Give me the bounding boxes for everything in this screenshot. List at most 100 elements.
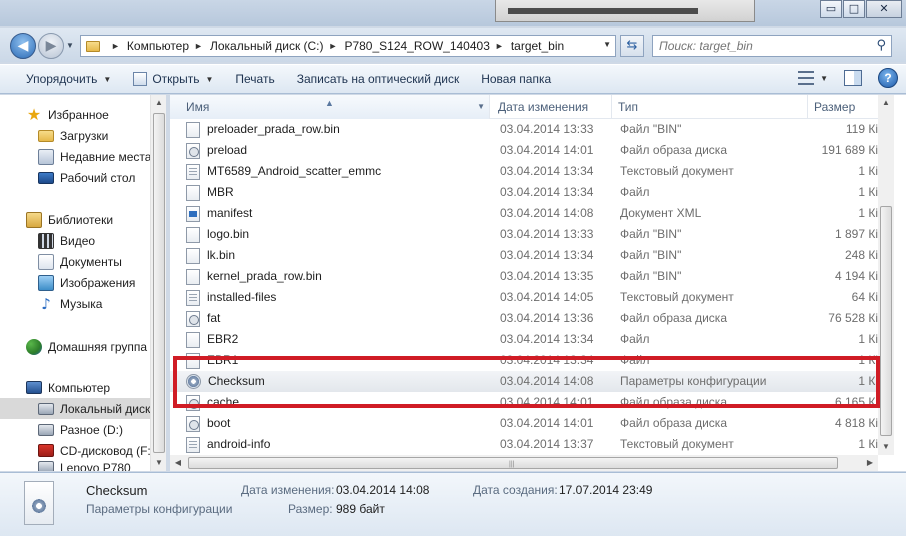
vertical-scroll-thumb[interactable] [880, 206, 892, 436]
breadcrumb-computer[interactable]: Компьютер [127, 39, 189, 53]
nav-scroll-thumb[interactable] [153, 113, 165, 453]
address-bar[interactable]: ► Компьютер ► Локальный диск (C:) ► P780… [80, 35, 616, 57]
nav-desktop[interactable]: Рабочий стол [0, 167, 150, 188]
nav-documents[interactable]: Документы [0, 251, 150, 272]
nav-homegroup[interactable]: Домашняя группа [0, 336, 150, 357]
file-row[interactable]: manifest 03.04.2014 14:08 Документ XML 1 Кі [170, 203, 880, 224]
nav-lenovo[interactable]: Lenovo P780 [0, 461, 150, 471]
file-row[interactable]: Checksum 03.04.2014 14:08 Параметры конфиг… [170, 371, 880, 392]
search-icon[interactable]: ⚲ [876, 38, 886, 53]
chevron-down-icon[interactable]: ▼ [820, 74, 828, 83]
file-row[interactable]: fat 03.04.2014 13:36 Файл образа диска 76 5… [170, 308, 880, 329]
search-input[interactable] [653, 36, 863, 56]
chevron-right-icon[interactable]: ► [495, 41, 504, 51]
column-size[interactable]: Размер [808, 95, 880, 119]
file-list-horizontal-scrollbar[interactable]: ◀ ||| ▶ [170, 455, 878, 471]
file-size: 6 165 Кі [834, 395, 878, 409]
close-button[interactable]: ✕ [866, 0, 902, 18]
file-name-cell[interactable]: manifest [186, 203, 491, 224]
file-name-cell[interactable]: MT6589_Android_scatter_emmc [186, 161, 491, 182]
scroll-up-icon[interactable]: ▲ [878, 95, 894, 111]
nav-scrollbar[interactable]: ▲ ▼ [150, 95, 166, 471]
file-name-cell[interactable]: EBR2 [186, 329, 491, 350]
nav-cd-drive[interactable]: CD-дисковод (F: [0, 440, 150, 461]
minimize-button[interactable]: ▭ [820, 0, 842, 18]
help-icon[interactable]: ? [878, 68, 898, 88]
breadcrumb-local-disk[interactable]: Локальный диск (C:) [210, 39, 324, 53]
file-name-cell[interactable]: lk.bin [186, 245, 491, 266]
file-name-cell[interactable]: kernel_prada_row.bin [186, 266, 491, 287]
file-row[interactable]: cache 03.04.2014 14:01 Файл образа диска 6 … [170, 392, 880, 413]
file-name: EBR2 [207, 332, 239, 346]
file-name-cell[interactable]: cache [186, 392, 491, 413]
file-name-cell[interactable]: installed-files [186, 287, 491, 308]
address-dropdown-icon[interactable]: ▼ [603, 40, 611, 49]
file-name-cell[interactable]: preloader_prada_row.bin [186, 119, 491, 140]
file-row[interactable]: logo.bin 03.04.2014 13:33 Файл "BIN" 1 897 … [170, 224, 880, 245]
disk-image-icon [186, 394, 200, 411]
file-name-cell[interactable]: fat [186, 308, 491, 329]
scroll-down-icon[interactable]: ▼ [878, 439, 894, 455]
print-button[interactable]: Печать [227, 67, 282, 91]
search-box[interactable]: ⚲ [652, 35, 892, 57]
column-date[interactable]: Дата изменения [492, 95, 612, 119]
file-row[interactable]: installed-files 03.04.2014 14:05 Текстовый… [170, 287, 880, 308]
scroll-right-icon[interactable]: ▶ [862, 455, 878, 471]
chevron-down-icon: ▼ [205, 74, 214, 84]
scroll-up-icon[interactable]: ▲ [151, 95, 167, 111]
file-list-vertical-scrollbar[interactable]: ▲ ▼ [878, 95, 894, 455]
file-name-cell[interactable]: boot [186, 413, 491, 434]
file-name-cell[interactable]: MBR [186, 182, 491, 203]
arrow-right-icon: ▶ [45, 38, 57, 54]
file-name-cell[interactable]: logo.bin [186, 224, 491, 245]
refresh-button[interactable]: ⇆ [620, 35, 644, 57]
nav-local-disk[interactable]: Локальный диск [0, 398, 150, 419]
organize-button[interactable]: Упорядочить ▼ [18, 67, 119, 91]
column-dropdown-icon[interactable]: ▼ [477, 95, 485, 119]
maximize-button[interactable]: □ [843, 0, 865, 18]
chevron-right-icon[interactable]: ► [329, 41, 338, 51]
forward-button[interactable]: ▶ [38, 33, 64, 59]
column-name[interactable]: Имя ▲ ▼ [170, 95, 490, 119]
file-row[interactable]: boot 03.04.2014 14:01 Файл образа диска 4 8… [170, 413, 880, 434]
nav-recent-places[interactable]: Недавние места [0, 146, 150, 167]
open-button[interactable]: Открыть ▼ [125, 67, 221, 91]
file-name-cell[interactable]: preload [186, 140, 491, 161]
chevron-right-icon[interactable]: ► [194, 41, 203, 51]
recent-pages-dropdown[interactable]: ▼ [66, 41, 74, 50]
file-size: 1 Кі [858, 185, 878, 199]
horizontal-scroll-thumb[interactable]: ||| [188, 457, 838, 469]
file-name-cell[interactable]: Checksum [186, 371, 491, 392]
file-row[interactable]: android-info 03.04.2014 13:37 Текстовый до… [170, 434, 880, 455]
file-row[interactable]: preload 03.04.2014 14:01 Файл образа диска… [170, 140, 880, 161]
chevron-right-icon[interactable]: ► [111, 41, 120, 51]
nav-favorites[interactable]: ★ Избранное [0, 104, 150, 125]
file-name-cell[interactable]: EBR1 [186, 350, 491, 371]
view-options-icon[interactable] [798, 71, 815, 85]
file-row[interactable]: preloader_prada_row.bin 03.04.2014 13:33 Ф… [170, 119, 880, 140]
scroll-down-icon[interactable]: ▼ [151, 455, 167, 471]
nav-libraries[interactable]: Библиотеки [0, 209, 150, 230]
preview-pane-icon[interactable] [844, 70, 862, 86]
nav-music[interactable]: ♪ Музыка [0, 293, 150, 314]
breadcrumb-target-bin[interactable]: target_bin [511, 39, 564, 53]
nav-video[interactable]: Видео [0, 230, 150, 251]
libraries-icon [26, 211, 42, 228]
back-button[interactable]: ◀ [10, 33, 36, 59]
nav-downloads[interactable]: Загрузки [0, 125, 150, 146]
burn-button[interactable]: Записать на оптический диск [289, 67, 468, 91]
nav-computer[interactable]: Компьютер [0, 377, 150, 398]
file-row[interactable]: MBR 03.04.2014 13:34 Файл 1 Кі [170, 182, 880, 203]
file-row[interactable]: MT6589_Android_scatter_emmc 03.04.2014 13… [170, 161, 880, 182]
file-row[interactable]: lk.bin 03.04.2014 13:34 Файл "BIN" 248 Кі [170, 245, 880, 266]
nav-drive-d[interactable]: Разное (D:) [0, 419, 150, 440]
file-row[interactable]: EBR1 03.04.2014 13:34 Файл 1 Кі [170, 350, 880, 371]
nav-pictures[interactable]: Изображения [0, 272, 150, 293]
file-row[interactable]: kernel_prada_row.bin 03.04.2014 13:35 Файл… [170, 266, 880, 287]
file-name-cell[interactable]: android-info [186, 434, 491, 455]
file-row[interactable]: EBR2 03.04.2014 13:34 Файл 1 Кі [170, 329, 880, 350]
breadcrumb-firmware-folder[interactable]: P780_S124_ROW_140403 [344, 39, 489, 53]
scroll-left-icon[interactable]: ◀ [170, 455, 186, 471]
column-type[interactable]: Тип [612, 95, 808, 119]
new-folder-button[interactable]: Новая папка [473, 67, 559, 91]
